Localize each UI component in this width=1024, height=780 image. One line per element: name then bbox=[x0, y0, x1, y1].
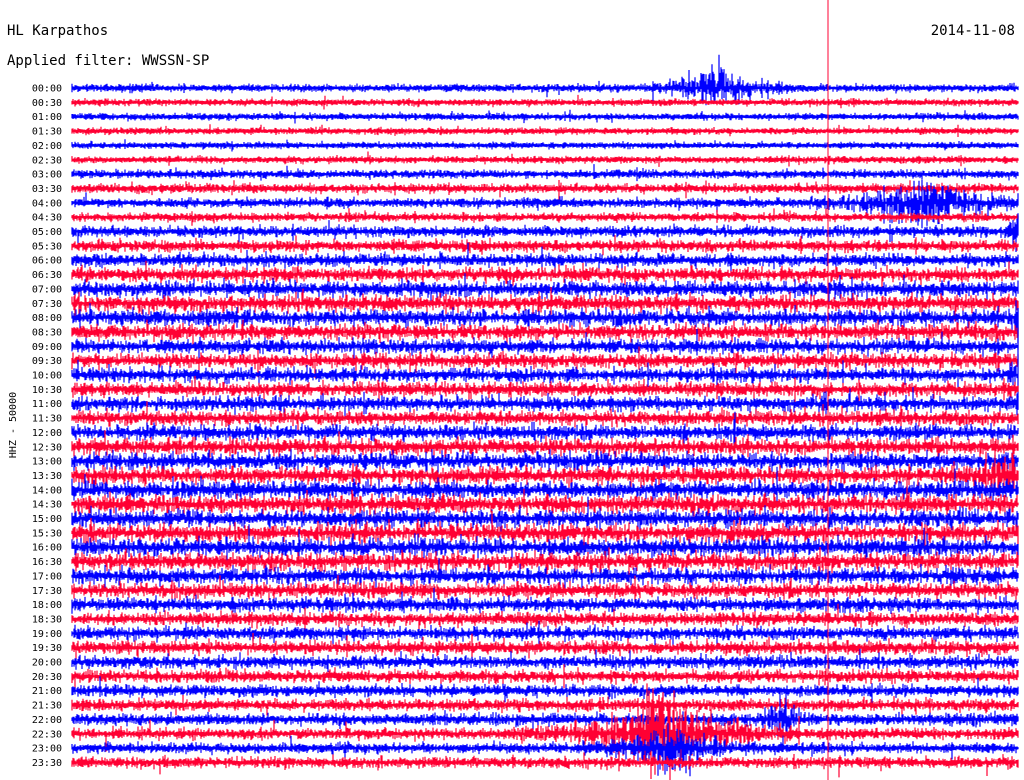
row-label: 01:00 bbox=[32, 112, 62, 123]
row-label: 10:00 bbox=[32, 371, 62, 382]
trace-row-2130 bbox=[71, 695, 1019, 716]
row-label: 19:00 bbox=[32, 629, 62, 640]
row-label: 09:30 bbox=[32, 356, 62, 367]
row-label: 15:30 bbox=[32, 528, 62, 539]
row-label: 04:30 bbox=[32, 213, 62, 224]
row-label: 05:00 bbox=[32, 227, 62, 238]
row-label: 09:00 bbox=[32, 342, 62, 353]
trace-row-2000 bbox=[71, 648, 1019, 672]
row-label: 23:00 bbox=[32, 744, 62, 755]
row-label: 11:30 bbox=[32, 414, 62, 425]
row-label: 11:00 bbox=[32, 399, 62, 410]
trace-row-0300 bbox=[71, 164, 1019, 182]
row-label: 08:30 bbox=[32, 327, 62, 338]
row-label: 16:30 bbox=[32, 557, 62, 568]
row-label: 21:00 bbox=[32, 686, 62, 697]
row-label: 06:00 bbox=[32, 256, 62, 267]
trace-row-1830 bbox=[71, 603, 1019, 632]
row-label: 13:00 bbox=[32, 457, 62, 468]
row-label: 10:30 bbox=[32, 385, 62, 396]
trace-row-0430 bbox=[71, 208, 1019, 226]
row-label: 03:00 bbox=[32, 170, 62, 181]
trace-row-2200 bbox=[71, 689, 1019, 752]
date-label: 2014-11-08 bbox=[931, 23, 1015, 39]
row-label: 05:30 bbox=[32, 241, 62, 252]
row-label: 13:30 bbox=[32, 471, 62, 482]
trace-row-2330 bbox=[71, 751, 1019, 778]
row-label: 08:00 bbox=[32, 313, 62, 324]
row-label: 06:30 bbox=[32, 270, 62, 281]
row-label: 03:30 bbox=[32, 184, 62, 195]
trace-row-0530 bbox=[71, 235, 1019, 256]
trace-row-0230 bbox=[71, 151, 1019, 167]
row-label-group: 00:00 00:30 01:00 01:30 02:00 02:30 03:00 03:30… bbox=[32, 84, 62, 769]
row-label: 00:30 bbox=[32, 98, 62, 109]
row-label: 12:00 bbox=[32, 428, 62, 439]
row-label: 00:00 bbox=[32, 84, 62, 95]
row-label: 20:30 bbox=[32, 672, 62, 683]
row-label: 16:00 bbox=[32, 543, 62, 554]
row-label: 18:30 bbox=[32, 614, 62, 625]
row-label: 15:00 bbox=[32, 514, 62, 525]
row-label: 17:30 bbox=[32, 586, 62, 597]
helicorder-plot: HL Karpathos 2014-11-08 Applied filter: … bbox=[0, 0, 1024, 780]
row-label: 14:00 bbox=[32, 485, 62, 496]
row-label: 20:00 bbox=[32, 658, 62, 669]
trace-group bbox=[71, 54, 1019, 780]
trace-row-0000 bbox=[71, 54, 1019, 106]
row-label: 23:30 bbox=[32, 758, 62, 769]
row-label: 02:00 bbox=[32, 141, 62, 152]
row-label: 02:30 bbox=[32, 155, 62, 166]
row-label: 21:30 bbox=[32, 701, 62, 712]
row-label: 14:30 bbox=[32, 500, 62, 511]
row-label: 22:30 bbox=[32, 729, 62, 740]
row-label: 19:30 bbox=[32, 643, 62, 654]
row-label: 18:00 bbox=[32, 600, 62, 611]
trace-row-0030 bbox=[71, 94, 1019, 110]
row-label: 12:30 bbox=[32, 442, 62, 453]
row-label: 17:00 bbox=[32, 571, 62, 582]
station-title: HL Karpathos bbox=[7, 23, 108, 39]
filter-label: Applied filter: WWSSN-SP bbox=[7, 53, 209, 69]
y-axis-label: HHZ - 50000 bbox=[8, 392, 19, 458]
row-label: 07:00 bbox=[32, 284, 62, 295]
row-label: 22:00 bbox=[32, 715, 62, 726]
trace-row-0100 bbox=[71, 109, 1019, 124]
row-label: 01:30 bbox=[32, 127, 62, 138]
trace-row-0130 bbox=[71, 124, 1019, 137]
row-label: 04:00 bbox=[32, 198, 62, 209]
row-label: 07:30 bbox=[32, 299, 62, 310]
trace-row-0200 bbox=[71, 139, 1019, 152]
